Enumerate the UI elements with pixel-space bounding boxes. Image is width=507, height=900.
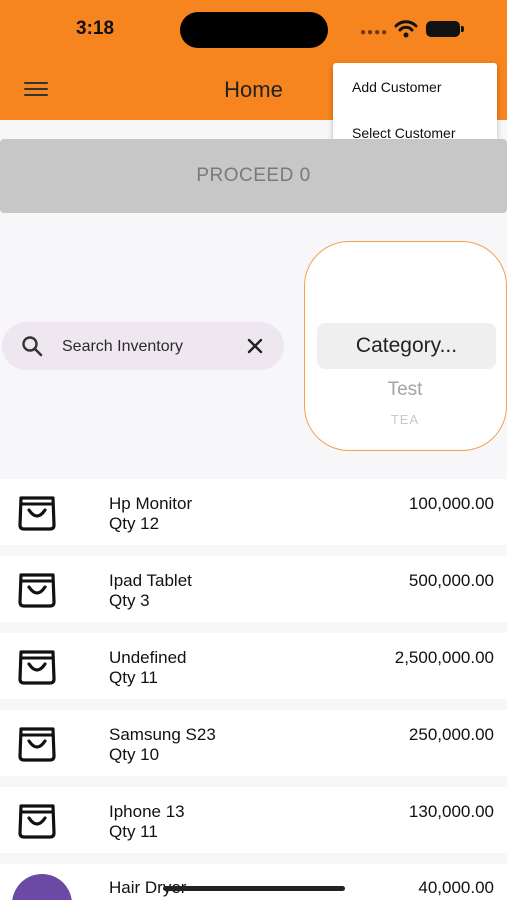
wifi-icon	[394, 20, 418, 38]
search-bar[interactable]: Search Inventory	[2, 322, 284, 370]
item-price: 2,500,000.00	[394, 648, 494, 667]
inventory-item[interactable]: Undefined Qty 11 2,500,000.00	[0, 633, 507, 699]
menu-item-add-customer[interactable]: Add Customer	[352, 79, 441, 95]
proceed-button[interactable]: PROCEED 0	[0, 139, 507, 213]
item-qty: Qty 11	[109, 668, 158, 687]
status-time: 3:18	[76, 18, 115, 39]
item-price: 130,000.00	[408, 802, 494, 821]
item-name: Ipad Tablet	[109, 571, 192, 590]
battery-cap	[461, 26, 464, 32]
dynamic-island	[180, 12, 328, 48]
category-option[interactable]: TEA	[305, 412, 505, 427]
status-icons: ●●●●	[360, 18, 470, 40]
item-name: Iphone 13	[109, 802, 185, 821]
item-qty: Qty 11	[109, 822, 158, 841]
inventory-item[interactable]: Ipad Tablet Qty 3 500,000.00	[0, 556, 507, 622]
inventory-item[interactable]: Hp Monitor Qty 12 100,000.00	[0, 479, 507, 545]
item-price: 40,000.00	[418, 878, 494, 897]
category-selected[interactable]: Category...	[317, 323, 496, 369]
shopping-bag-icon	[18, 650, 56, 685]
search-input[interactable]: Search Inventory	[62, 338, 183, 356]
item-price: 500,000.00	[408, 571, 494, 590]
inventory-item[interactable]: Samsung S23 Qty 10 250,000.00	[0, 710, 507, 776]
item-name: Samsung S23	[109, 725, 216, 744]
item-name: Undefined	[109, 648, 187, 667]
shopping-bag-icon	[18, 727, 56, 762]
inventory-item[interactable]: Iphone 13 Qty 11 130,000.00	[0, 787, 507, 853]
item-qty: Qty 10	[109, 745, 160, 764]
signal-icon: ●●●●	[360, 27, 389, 38]
item-qty: Qty 12	[109, 514, 160, 533]
home-indicator[interactable]	[163, 886, 345, 891]
item-price: 100,000.00	[408, 494, 494, 513]
avatar	[12, 874, 72, 900]
item-price: 250,000.00	[408, 725, 494, 744]
search-icon	[22, 336, 43, 357]
close-icon[interactable]	[244, 335, 266, 357]
shopping-bag-icon	[18, 496, 56, 531]
shopping-bag-icon	[18, 804, 56, 839]
item-name: Hp Monitor	[109, 494, 193, 513]
item-qty: Qty 3	[109, 591, 150, 610]
battery-icon	[426, 21, 460, 37]
shopping-bag-icon	[18, 573, 56, 608]
inventory-item[interactable]: Hair Dryer 40,000.00	[0, 864, 507, 900]
category-picker[interactable]: Category... Test TEA	[304, 241, 507, 451]
category-option[interactable]: Test	[305, 379, 505, 401]
